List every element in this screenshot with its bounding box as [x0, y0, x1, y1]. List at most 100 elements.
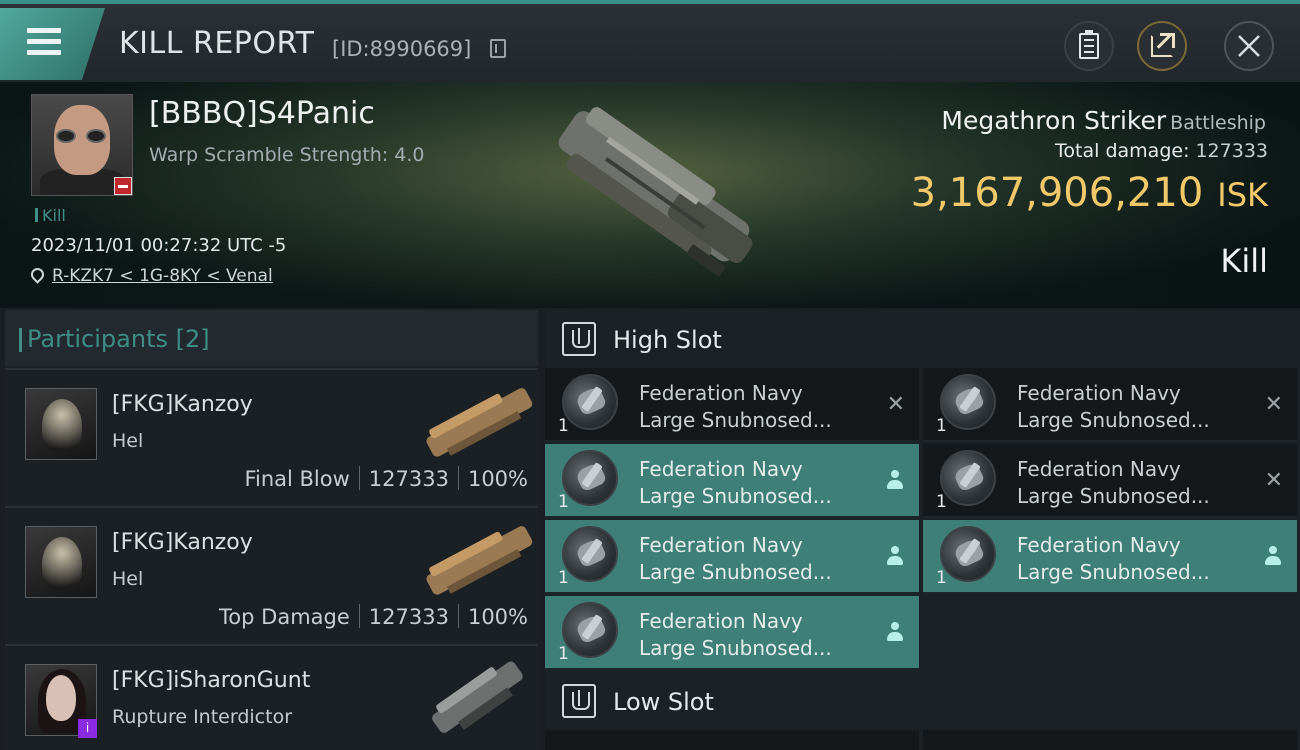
kill-datetime: 2023/11/01 00:27:32 UTC -5: [31, 235, 287, 256]
top-bar: KILL REPORT [ID:8990669]: [0, 0, 1300, 82]
participant-percent: 100%: [467, 605, 528, 629]
isk-unit: ISK: [1217, 176, 1268, 214]
high-slot-icon: [562, 322, 596, 356]
module-item[interactable]: 1 Federation Navy Large Snubnosed...: [545, 444, 919, 518]
participant-ship-image: [426, 388, 533, 457]
participant-name: [FKG]iSharonGunt: [112, 668, 311, 693]
module-quantity: 1: [558, 644, 569, 664]
location-link[interactable]: R-KZK7 < 1G-8KY < Venal: [52, 266, 273, 286]
module-item[interactable]: 1 Federation Navy Large Snubnosed... ✕: [923, 444, 1297, 518]
module-icon: [940, 526, 996, 582]
module-icon: [562, 526, 618, 582]
high-slot-title: High Slot: [613, 326, 722, 354]
module-quantity: 1: [558, 568, 569, 588]
module-icon: [562, 602, 618, 658]
module-quantity: 1: [936, 416, 947, 436]
kill-report-screen: KILL REPORT [ID:8990669] [BBBQ]S4Panic W…: [0, 0, 1300, 750]
module-name: Federation Navy Large Snubnosed...: [1017, 381, 1210, 432]
module-icon: [940, 450, 996, 506]
cross-icon: ✕: [886, 392, 905, 417]
victim-summary: [BBBQ]S4Panic Warp Scramble Strength: 4.…: [0, 82, 1300, 308]
participant-stats: Top Damage 127333 100%: [219, 604, 528, 629]
participant-ship: Rupture Interdictor: [112, 706, 292, 728]
isk-value: 3,167,906,210 ISK: [911, 170, 1268, 216]
share-button[interactable]: [1137, 21, 1187, 71]
location-pin-icon: [28, 265, 47, 284]
module-quantity: 1: [558, 492, 569, 512]
close-icon: [1238, 35, 1260, 57]
participant-ship: Hel: [112, 430, 144, 452]
module-icon: [562, 374, 618, 430]
total-damage-value: 127333: [1195, 140, 1268, 162]
module-name: Federation Navy Large Snubnosed...: [1017, 457, 1210, 508]
module-quantity: 1: [936, 568, 947, 588]
participants-title: Participants [2]: [19, 325, 210, 353]
low-slot-icon: [562, 684, 596, 718]
module-name: Federation Navy Large Snubnosed...: [639, 457, 832, 508]
module-item[interactable]: [545, 730, 919, 750]
hamburger-icon: [27, 28, 61, 58]
participant-role: Top Damage: [219, 605, 350, 629]
participant-row[interactable]: [FKG]Kanzoy Hel Final Blow 127333 100%: [5, 368, 538, 504]
participant-ship-image: [432, 661, 523, 733]
participants-header: Participants [2]: [5, 310, 538, 366]
participants-panel: Participants [2] [FKG]Kanzoy Hel Final B…: [5, 310, 538, 750]
cross-icon: ✕: [1264, 468, 1283, 493]
victim-name[interactable]: [BBBQ]S4Panic: [149, 96, 375, 131]
person-icon: [887, 622, 903, 644]
standing-badge: [114, 177, 132, 195]
module-item[interactable]: 1 Federation Navy Large Snubnosed... ✕: [545, 368, 919, 442]
module-name: Federation Navy Large Snubnosed...: [639, 381, 832, 432]
ship-name-text: Megathron Striker: [941, 106, 1167, 135]
kill-location[interactable]: R-KZK7 < 1G-8KY < Venal: [28, 265, 273, 286]
menu-button[interactable]: [0, 8, 105, 80]
module-name: Federation Navy Large Snubnosed...: [639, 533, 832, 584]
participant-ship: Hel: [112, 568, 144, 590]
clipboard-button[interactable]: [1064, 21, 1114, 71]
participant-percent: 100%: [467, 467, 528, 491]
share-icon: [1151, 33, 1175, 57]
participant-damage: 127333: [368, 605, 449, 629]
participant-name: [FKG]Kanzoy: [112, 530, 253, 555]
copy-icon[interactable]: [490, 39, 506, 58]
participant-stats: Final Blow 127333 100%: [244, 466, 528, 491]
ship-name[interactable]: Megathron Striker Battleship: [941, 106, 1266, 135]
module-quantity: 1: [936, 492, 947, 512]
report-id: [ID:8990669]: [332, 37, 472, 61]
participant-row[interactable]: [FKG]Kanzoy Hel Top Damage 127333 100%: [5, 506, 538, 642]
person-icon: [887, 546, 903, 568]
person-icon: [1265, 546, 1281, 568]
fitting-panel: High Slot 1 Federation Navy Large Snubnos…: [545, 310, 1300, 750]
isk-amount: 3,167,906,210: [910, 170, 1204, 216]
participant-name: [FKG]Kanzoy: [112, 392, 253, 417]
low-slot-title: Low Slot: [613, 688, 714, 716]
total-damage: Total damage: 127333: [1055, 140, 1268, 162]
victim-subtitle: Warp Scramble Strength: 4.0: [149, 144, 425, 166]
high-slot-header: High Slot: [545, 310, 1300, 368]
module-item[interactable]: 1 Federation Navy Large Snubnosed...: [545, 596, 919, 670]
module-icon: [940, 374, 996, 430]
module-item[interactable]: [923, 730, 1297, 750]
participant-row[interactable]: i [FKG]iSharonGunt Rupture Interdictor: [5, 644, 538, 750]
page-title: KILL REPORT: [119, 26, 315, 61]
ship-image: [558, 107, 753, 277]
participant-avatar[interactable]: [25, 388, 97, 460]
result-label: Kill: [1220, 242, 1268, 280]
low-slot-header: Low Slot: [545, 672, 1300, 730]
module-quantity: 1: [558, 416, 569, 436]
participant-avatar[interactable]: [25, 526, 97, 598]
module-icon: [562, 450, 618, 506]
clipboard-icon: [1079, 30, 1099, 59]
module-item[interactable]: 1 Federation Navy Large Snubnosed...: [923, 520, 1297, 594]
module-item[interactable]: 1 Federation Navy Large Snubnosed...: [545, 520, 919, 594]
participant-role: Final Blow: [244, 467, 350, 491]
module-name: Federation Navy Large Snubnosed...: [639, 609, 832, 660]
kill-tag: Kill: [35, 206, 66, 225]
module-name: Federation Navy Large Snubnosed...: [1017, 533, 1210, 584]
ship-class: Battleship: [1170, 112, 1266, 134]
participant-ship-image: [426, 526, 533, 595]
total-damage-label: Total damage:: [1055, 140, 1190, 162]
info-badge: i: [78, 719, 97, 738]
module-item[interactable]: 1 Federation Navy Large Snubnosed... ✕: [923, 368, 1297, 442]
close-button[interactable]: [1224, 21, 1274, 71]
